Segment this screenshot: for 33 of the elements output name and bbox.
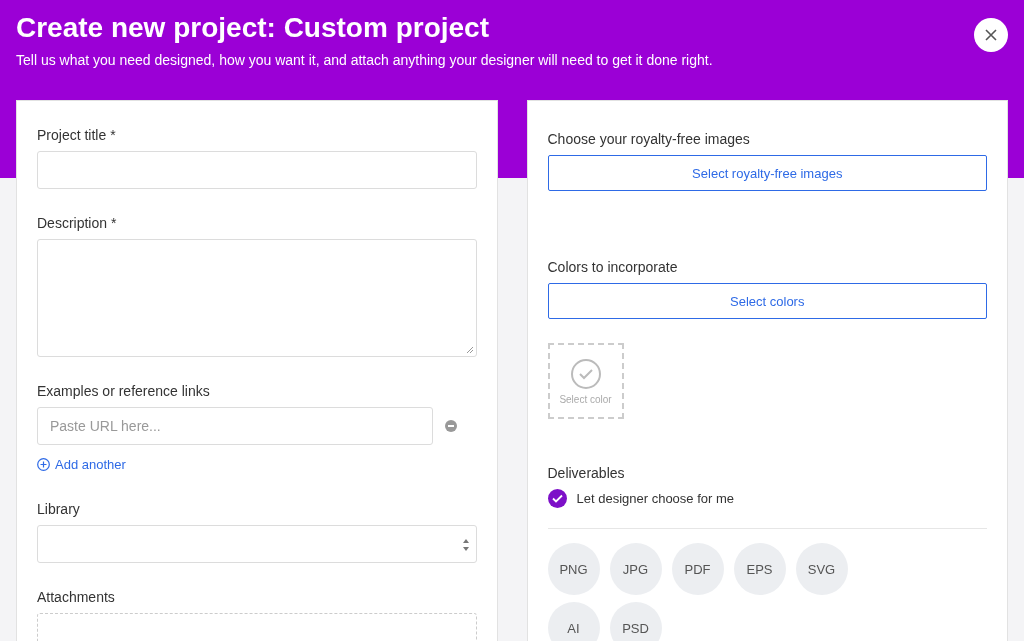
remove-icon[interactable] — [444, 420, 457, 432]
field-label: Deliverables — [547, 465, 626, 481]
url-field[interactable]: Paste URL here... — [37, 407, 433, 445]
format-chip[interactable]: AI — [547, 602, 600, 641]
dialog-title: Create new project: Custom project — [16, 12, 489, 44]
field-label: Colors to incorporate — [547, 259, 679, 275]
checkbox[interactable] — [547, 489, 567, 508]
format-chip[interactable]: PDF — [671, 543, 724, 595]
format-chip[interactable]: PNG — [547, 543, 600, 595]
check-icon — [551, 494, 563, 503]
field-label: Library — [37, 501, 81, 517]
select-colors-button[interactable]: Select colors — [547, 283, 987, 319]
close-icon — [985, 29, 997, 41]
text-field[interactable] — [37, 151, 477, 189]
dialog-subtitle: Tell us what you need designed, how you want it, and attach anything your designer will need to get it done right. — [16, 52, 714, 68]
resize-grip-icon — [465, 346, 474, 354]
select-images-button[interactable]: Select royalty-free images — [547, 155, 987, 191]
field-label: Attachments — [37, 589, 116, 605]
field-label: Project title * — [37, 127, 117, 143]
format-chip[interactable]: PSD — [609, 602, 662, 641]
format-chip[interactable]: JPG — [609, 543, 662, 595]
plus-circle-icon — [37, 458, 50, 471]
textarea-field[interactable] — [37, 239, 477, 357]
format-chip[interactable]: SVG — [795, 543, 848, 595]
add-another-link[interactable]: Add another — [37, 457, 126, 472]
library-select[interactable] — [37, 525, 477, 563]
format-chip[interactable]: EPS — [733, 543, 786, 595]
select-arrows-icon — [461, 538, 470, 552]
checkbox-label: Let designer choose for me — [576, 491, 735, 506]
field-label: Description * — [37, 215, 118, 231]
check-circle-icon — [569, 357, 602, 390]
field-label: Choose your royalty-free images — [547, 131, 751, 147]
field-label: Examples or reference links — [37, 383, 211, 399]
